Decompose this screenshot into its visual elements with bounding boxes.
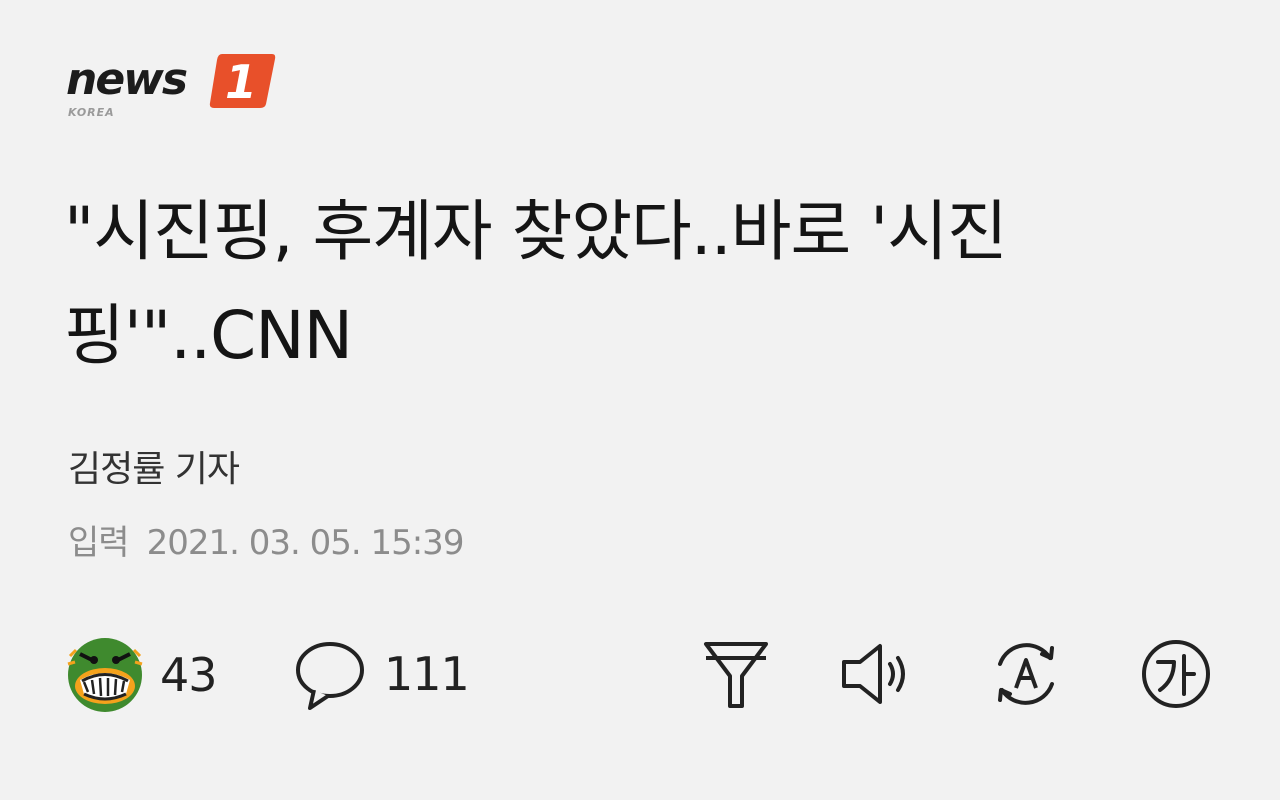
comments-button[interactable]: 111: [292, 636, 470, 712]
translate-button[interactable]: [988, 634, 1064, 714]
date-label: 입력: [68, 523, 130, 563]
summary-button[interactable]: [698, 634, 774, 714]
logo-wordmark: news: [66, 54, 188, 105]
article-page: news 1 KOREA "시진핑, 후계자 찾았다..바로 '시진핑'"..C…: [0, 0, 1280, 800]
logo-subtitle: KOREA: [68, 106, 115, 119]
font-size-button[interactable]: [1138, 634, 1214, 714]
reaction-count: 43: [160, 648, 218, 702]
summary-filter-icon: [704, 642, 768, 708]
publish-date: 입력 2021. 03. 05. 15:39: [68, 515, 465, 564]
logo-badge-icon: 1: [209, 54, 276, 109]
article-action-bar: 43 111: [66, 628, 1226, 718]
comment-count: 111: [384, 647, 470, 701]
date-value: 2021. 03. 05. 15:39: [146, 523, 465, 563]
angry-face-icon: [67, 638, 143, 712]
listen-button[interactable]: [836, 634, 912, 714]
news1-logo[interactable]: news 1 KOREA: [66, 48, 286, 128]
logo-badge-numeral: 1: [225, 55, 257, 109]
speech-bubble-icon: [296, 642, 364, 710]
translate-icon: [998, 643, 1054, 705]
font-size-icon: [1142, 640, 1210, 708]
reaction-button[interactable]: 43: [66, 636, 218, 714]
article-headline: "시진핑, 후계자 찾았다..바로 '시진핑'"..CNN: [64, 193, 1008, 374]
reporter-name[interactable]: 김정률 기자: [68, 440, 240, 492]
speaker-icon: [842, 644, 905, 704]
